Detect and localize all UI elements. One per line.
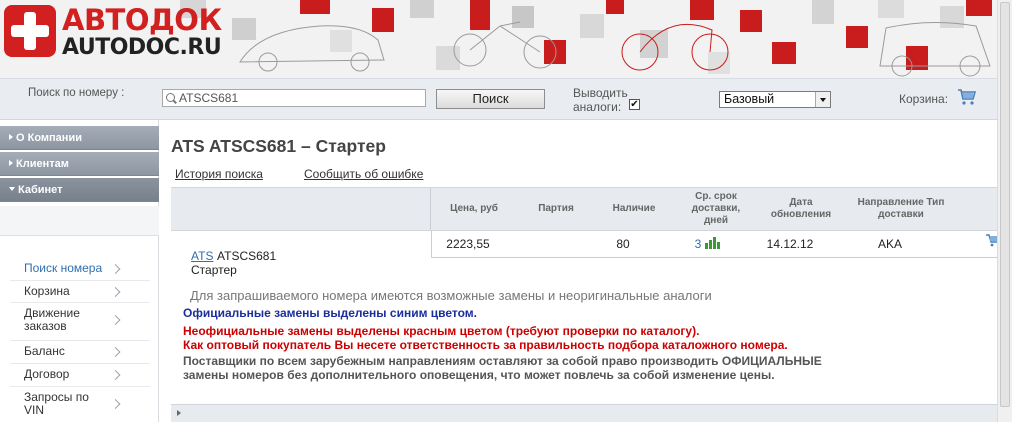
offers-table-header: Цена, руб Партия Наличие Ср. срок достав… bbox=[171, 187, 997, 231]
sidebar-item-vin-requests[interactable]: Запросы по VIN bbox=[0, 390, 121, 417]
sidebar-separator bbox=[10, 280, 150, 281]
sidebar-item-label: Баланс bbox=[24, 344, 65, 358]
site-banner: АВТОДОК AUTODOC.RU bbox=[0, 0, 997, 78]
scrollbar-thumb[interactable] bbox=[1000, 2, 1010, 407]
sidebar-item-cart[interactable]: Корзина bbox=[0, 285, 159, 298]
add-to-cart-icon[interactable] bbox=[986, 232, 997, 248]
column-header-direction: Направление Тип доставки bbox=[857, 197, 945, 220]
search-bar: Поиск по номеру : Поиск Выводить аналоги… bbox=[0, 78, 997, 120]
search-button[interactable]: Поиск bbox=[436, 89, 545, 109]
column-header-price: Цена, руб bbox=[450, 203, 498, 214]
column-header-stock: Наличие bbox=[612, 203, 656, 214]
part-brand-link[interactable]: ATS bbox=[191, 249, 213, 263]
cart-icon[interactable] bbox=[957, 88, 977, 106]
sidebar-section-label: О Компании bbox=[16, 132, 82, 144]
sidebar-divider bbox=[0, 206, 159, 236]
sidebar-item-part-search[interactable]: Поиск номера bbox=[0, 262, 159, 275]
main-content: ATS ATSCS681 – Стартер История поиска Со… bbox=[160, 120, 997, 422]
search-history-link[interactable]: История поиска bbox=[175, 167, 263, 181]
logo-title[interactable]: АВТОДОК bbox=[62, 4, 222, 36]
column-header-updated: Дата обновления bbox=[770, 197, 832, 220]
sidebar-item-label: Договор bbox=[24, 367, 70, 381]
sidebar-section-label: Клиентам bbox=[16, 158, 69, 170]
sidebar-item-label: Движение заказов bbox=[24, 306, 80, 333]
chevron-right-icon bbox=[110, 286, 121, 297]
chevron-right-icon bbox=[110, 369, 121, 380]
triangle-right-icon bbox=[9, 160, 13, 166]
sidebar-item-label: Поиск номера bbox=[24, 261, 103, 275]
search-label: Поиск по номеру : bbox=[28, 87, 125, 99]
offer-row[interactable]: 2223,55 80 3 14.12.12 AKA bbox=[431, 231, 997, 258]
header-spacer bbox=[171, 188, 431, 230]
chevron-down-icon[interactable] bbox=[815, 92, 830, 107]
triangle-right-icon bbox=[177, 410, 181, 416]
responsibility-notice: Как оптовый покупатель Вы несете ответст… bbox=[183, 338, 788, 352]
logo-domain[interactable]: AUTODOC.RU bbox=[62, 36, 222, 60]
sidebar-section-label: Кабинет bbox=[18, 184, 63, 196]
suppliers-notice: Поставщики по всем зарубежным направлени… bbox=[183, 354, 822, 382]
price-type-value: Базовый bbox=[724, 92, 775, 106]
vertical-scrollbar[interactable] bbox=[997, 0, 1012, 422]
part-number: ATSCS681 bbox=[217, 249, 277, 263]
offer-delivery-cell[interactable]: 3 bbox=[662, 231, 752, 257]
sidebar-item-label: Запросы по VIN bbox=[24, 390, 89, 417]
sidebar-section-company[interactable]: О Компании bbox=[0, 126, 159, 150]
chevron-right-icon bbox=[110, 399, 121, 409]
medical-cross-logo-icon[interactable] bbox=[4, 5, 56, 57]
column-header-party: Партия bbox=[538, 203, 574, 214]
triangle-down-icon bbox=[9, 187, 15, 191]
page-title: ATS ATSCS681 – Стартер bbox=[171, 136, 386, 156]
delivery-stats-icon[interactable] bbox=[705, 237, 721, 249]
chevron-right-icon bbox=[110, 346, 121, 357]
analogs-table-header bbox=[171, 404, 997, 422]
sidebar-section-cabinet[interactable]: Кабинет bbox=[0, 178, 159, 202]
chevron-right-icon bbox=[110, 315, 121, 325]
offer-price: 2223,55 bbox=[446, 237, 490, 251]
analogs-notice: Для запрашиваемого номера имеются возмож… bbox=[190, 288, 712, 303]
column-header-delivery: Ср. срок доставки, дней bbox=[691, 191, 741, 226]
chevron-right-icon bbox=[110, 263, 121, 274]
part-name: Стартер bbox=[191, 263, 237, 277]
price-type-select[interactable]: Базовый bbox=[719, 91, 831, 108]
official-replacements-notice: Официальные замены выделены синим цветом… bbox=[183, 306, 477, 320]
search-icon bbox=[166, 93, 175, 102]
sidebar-item-label: Корзина bbox=[24, 284, 70, 298]
sidebar: О Компании Клиентам Кабинет Поиск номера… bbox=[0, 120, 159, 422]
sidebar-separator bbox=[10, 363, 150, 364]
show-analogs-checkbox[interactable]: ✔ bbox=[629, 99, 640, 110]
sidebar-item-balance[interactable]: Баланс bbox=[0, 345, 159, 358]
sidebar-item-orders[interactable]: Движение заказов bbox=[0, 306, 121, 333]
search-input[interactable] bbox=[162, 89, 426, 107]
offer-party bbox=[504, 231, 586, 257]
sidebar-separator bbox=[10, 302, 150, 303]
sidebar-separator bbox=[10, 340, 150, 341]
sidebar-section-clients[interactable]: Клиентам bbox=[0, 152, 159, 176]
unofficial-replacements-notice: Неофициальные замены выделены красным цв… bbox=[183, 324, 700, 338]
offer-delivery-days[interactable]: 3 bbox=[695, 237, 702, 251]
sidebar-item-contract[interactable]: Договор bbox=[0, 368, 159, 381]
sidebar-separator bbox=[10, 386, 150, 387]
offer-updated: 14.12.12 bbox=[766, 237, 814, 251]
report-error-link[interactable]: Сообщить об ошибке bbox=[304, 167, 423, 181]
triangle-right-icon bbox=[9, 134, 13, 140]
cart-label[interactable]: Корзина: bbox=[899, 92, 948, 106]
offer-direction: AKA bbox=[877, 237, 902, 251]
offer-stock: 80 bbox=[616, 237, 630, 251]
